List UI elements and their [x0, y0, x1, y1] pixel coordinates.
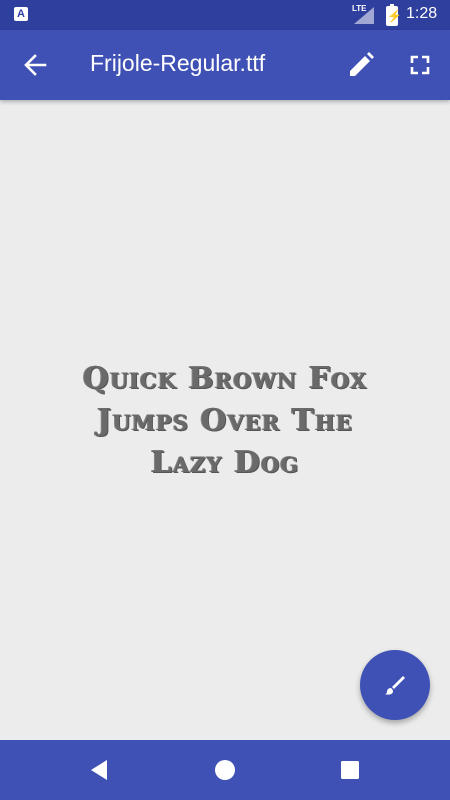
status-bar: A LTE ⚡ 1:28	[0, 0, 450, 30]
system-nav-bar	[0, 740, 450, 800]
fullscreen-button[interactable]	[399, 44, 441, 86]
preview-line: Lazy Dog	[150, 445, 300, 480]
font-preview-area: Quick Brown Fox Jumps Over The Lazy Dog	[0, 100, 450, 740]
brush-fab-button[interactable]	[360, 650, 430, 720]
preview-line: Jumps Over The	[97, 403, 353, 438]
page-title: Frijole-Regular.ttf	[90, 50, 266, 76]
status-time: 1:28	[406, 5, 438, 22]
edit-button[interactable]	[340, 44, 382, 86]
square-recents-icon	[341, 761, 359, 779]
preview-line: Quick Brown Fox	[82, 361, 368, 396]
back-button[interactable]	[14, 44, 56, 86]
app-notification-letter: A	[17, 8, 25, 20]
nav-back-button[interactable]	[88, 758, 112, 782]
fullscreen-icon	[410, 55, 430, 75]
battery-charging-icon: ⚡	[386, 4, 402, 26]
arrow-back-icon	[24, 54, 47, 76]
app-bar: Frijole-Regular.ttf	[0, 30, 450, 100]
triangle-back-icon	[91, 760, 107, 780]
font-preview-text: Quick Brown Fox Jumps Over The Lazy Dog	[0, 358, 450, 484]
nav-recents-button[interactable]	[338, 758, 362, 782]
pencil-icon	[350, 52, 374, 76]
circle-home-icon	[215, 760, 235, 780]
nav-home-button[interactable]	[213, 758, 237, 782]
app-notification-icon: A	[14, 7, 28, 21]
brush-icon	[385, 676, 405, 695]
signal-icon	[354, 7, 374, 24]
